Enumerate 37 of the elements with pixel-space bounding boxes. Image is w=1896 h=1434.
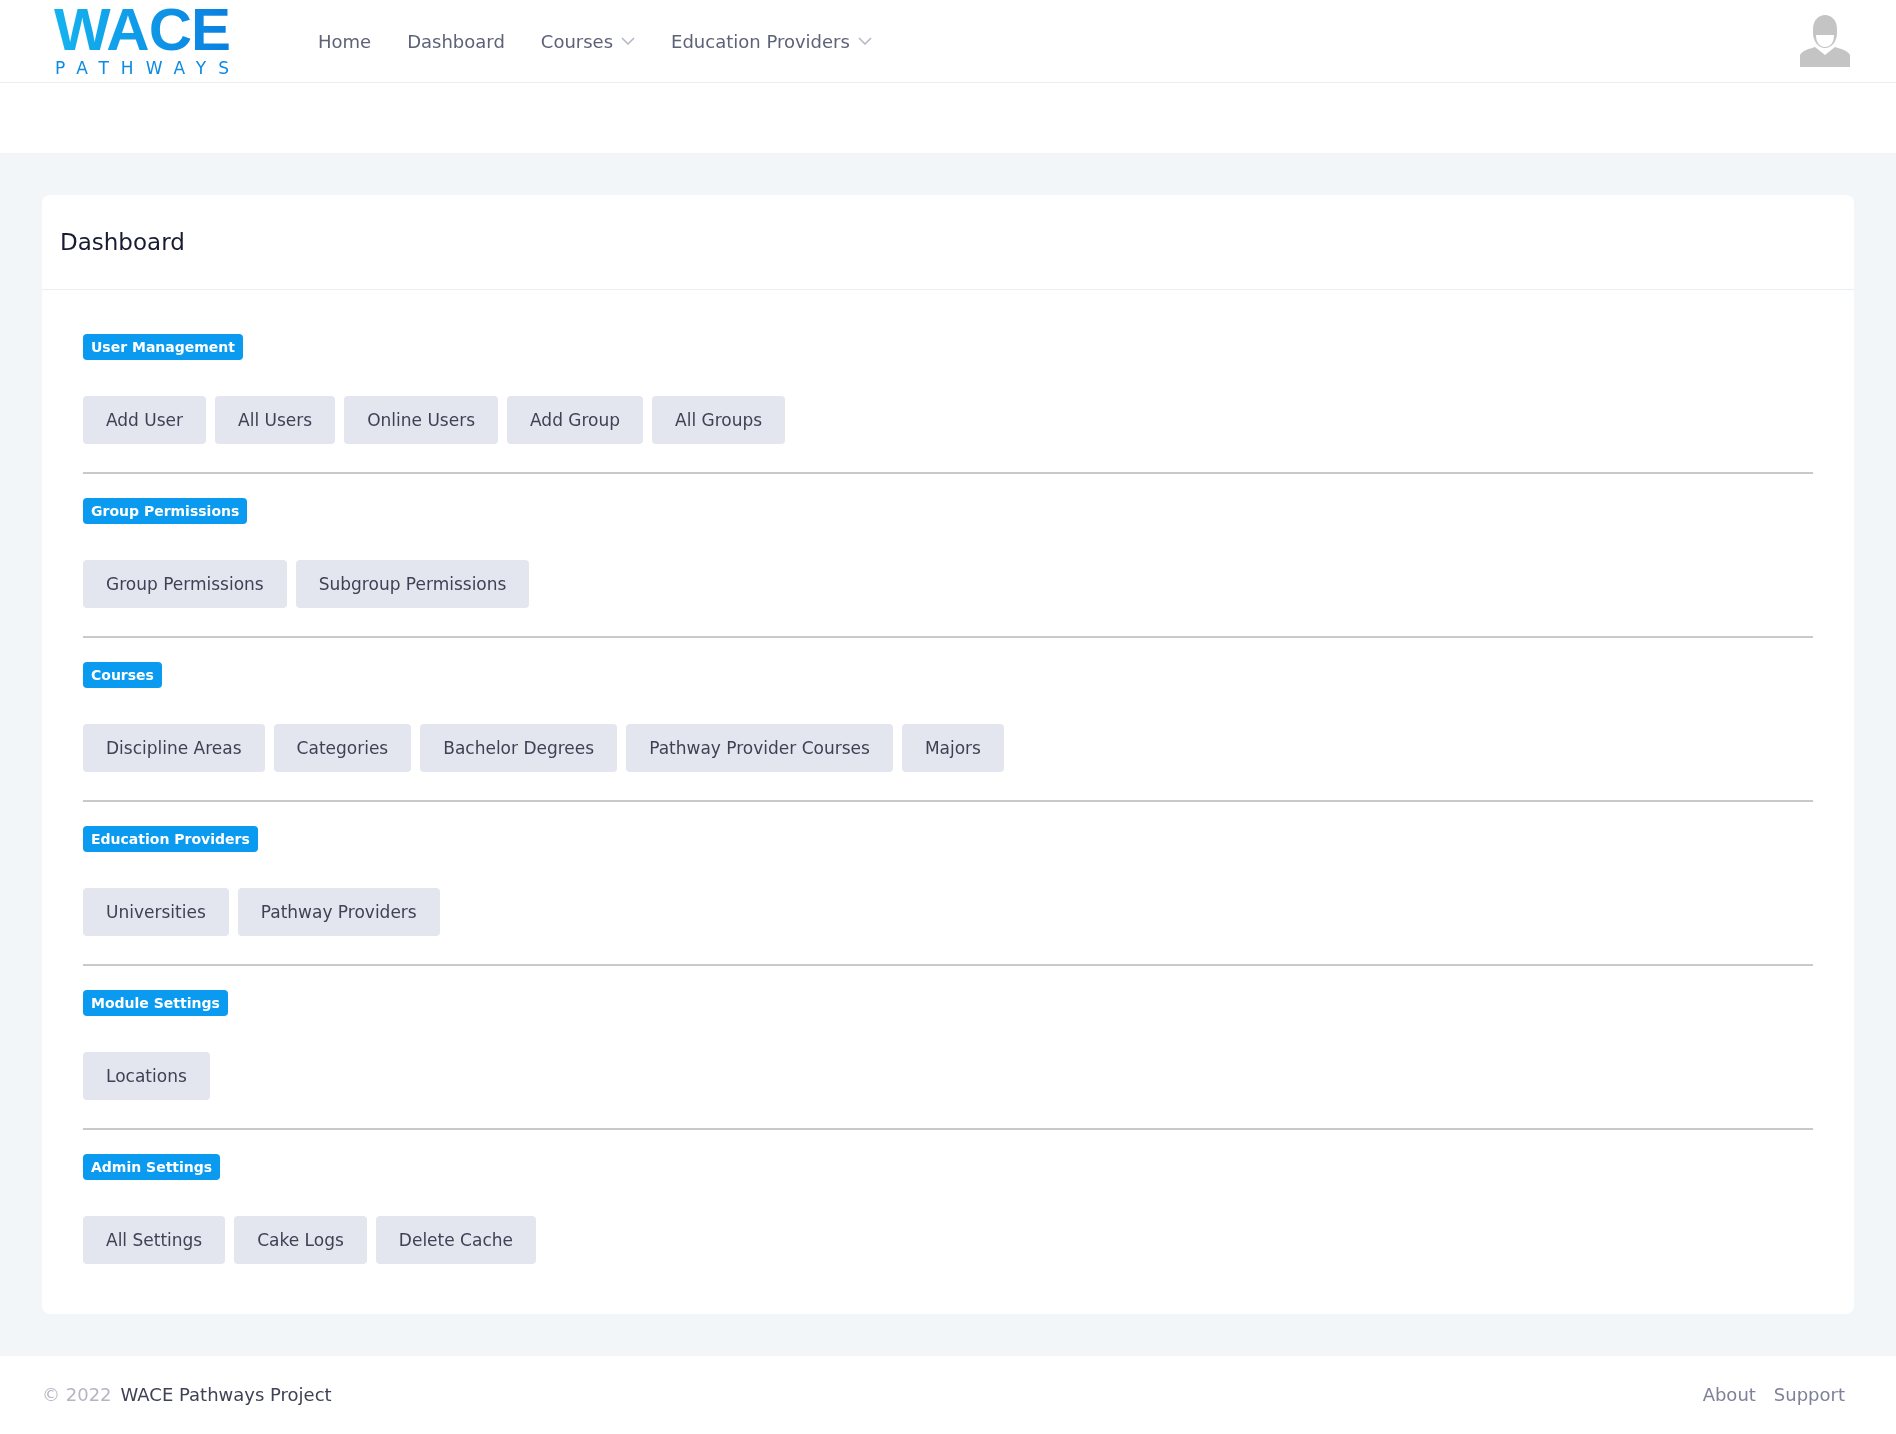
card-title: Dashboard	[60, 228, 186, 255]
nav-link[interactable]: Dashboard	[407, 30, 505, 52]
nav-link[interactable]: Education Providers	[671, 30, 872, 52]
dashboard-button[interactable]: All Users	[215, 395, 336, 444]
dashboard-button[interactable]: Majors	[901, 723, 1004, 772]
section-label: Courses	[83, 661, 162, 688]
dashboard-button[interactable]: Cake Logs	[234, 1215, 367, 1264]
dashboard-button[interactable]: Pathway Providers	[237, 887, 440, 936]
section-label: Admin Settings	[83, 1153, 221, 1180]
dashboard-button[interactable]: Group Permissions	[83, 559, 287, 608]
copyright-text: © 2022	[42, 1384, 112, 1406]
dashboard-button[interactable]: Pathway Provider Courses	[626, 723, 893, 772]
section-label: Module Settings	[83, 989, 228, 1016]
dashboard-button[interactable]: Universities	[83, 887, 229, 936]
dashboard-button[interactable]: Bachelor Degrees	[420, 723, 618, 772]
section-label: User Management	[83, 333, 244, 360]
footer-link[interactable]: Support	[1773, 1384, 1845, 1406]
chevron-down-icon	[621, 37, 636, 46]
chevron-down-icon	[857, 37, 872, 46]
dashboard-button[interactable]: Online Users	[344, 395, 498, 444]
nav-link[interactable]: Home	[318, 30, 372, 52]
dashboard-button[interactable]: Add User	[83, 395, 207, 444]
logo[interactable]: WACE PATHWAYS	[42, 4, 242, 79]
dashboard-button[interactable]: All Settings	[83, 1215, 226, 1264]
dashboard-button[interactable]: Subgroup Permissions	[295, 559, 530, 608]
dashboard-button[interactable]: Add Group	[507, 395, 644, 444]
dashboard-button[interactable]: Categories	[273, 723, 412, 772]
section-label: Education Providers	[83, 825, 258, 852]
project-name: WACE Pathways Project	[120, 1384, 332, 1406]
footer-link[interactable]: About	[1702, 1384, 1756, 1406]
nav-link[interactable]: Courses	[540, 30, 636, 52]
section-label: Group Permissions	[83, 497, 248, 524]
dashboard-button[interactable]: Discipline Areas	[83, 723, 265, 772]
logo-subtitle: PATHWAYS	[55, 58, 241, 79]
dashboard-button[interactable]: All Groups	[652, 395, 786, 444]
dashboard-button[interactable]: Delete Cache	[375, 1215, 536, 1264]
dashboard-button[interactable]: Locations	[83, 1051, 210, 1100]
